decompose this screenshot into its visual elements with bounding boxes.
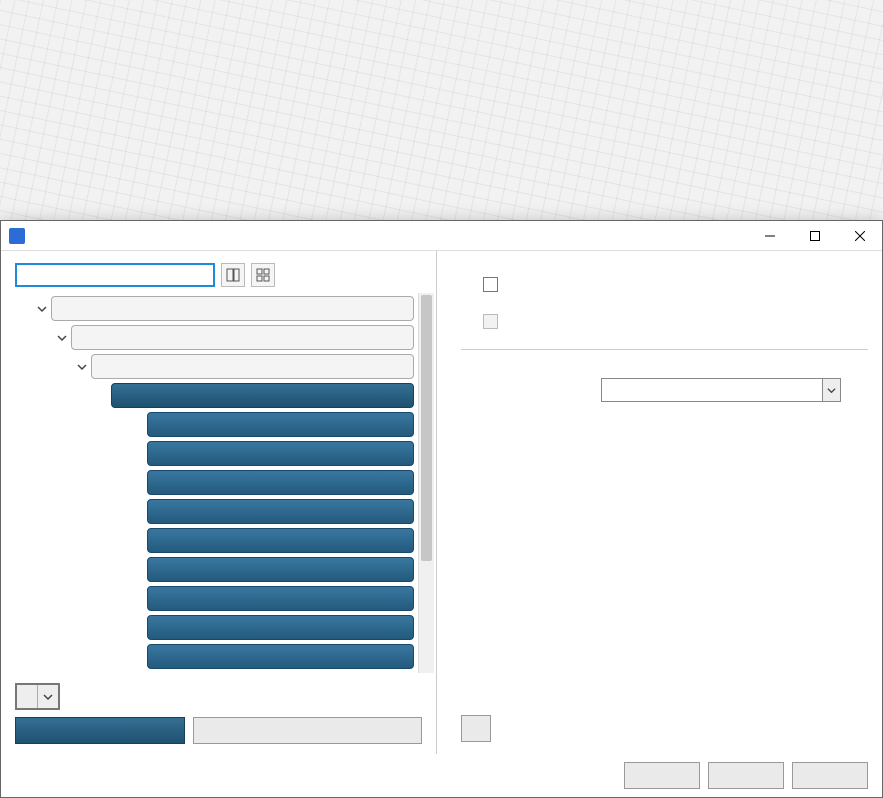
- show-in-model-button[interactable]: [15, 717, 185, 744]
- left-pane: [1, 251, 437, 754]
- tree-leaf[interactable]: [15, 527, 414, 554]
- tree-leaf[interactable]: [15, 585, 414, 612]
- grid-view-button[interactable]: [251, 263, 275, 287]
- right-pane: [437, 251, 882, 754]
- tree-leaf[interactable]: [15, 469, 414, 496]
- chevron-down-icon[interactable]: [38, 685, 58, 708]
- tree-leaf[interactable]: [15, 498, 414, 525]
- tree-node-root[interactable]: [15, 295, 414, 322]
- mark-selected-label: [17, 685, 38, 708]
- cancel-button[interactable]: [792, 762, 868, 789]
- minimize-button[interactable]: [747, 221, 792, 250]
- search-input[interactable]: [15, 263, 215, 287]
- help-button[interactable]: [624, 762, 700, 789]
- window-buttons: [747, 221, 882, 250]
- tree-node-size[interactable]: [15, 382, 414, 409]
- maximize-button[interactable]: [792, 221, 837, 250]
- checkbox-icon[interactable]: [483, 277, 498, 292]
- change-type-select[interactable]: [601, 378, 841, 402]
- checkbox-icon: [483, 314, 498, 329]
- chevron-down-icon[interactable]: [33, 300, 51, 318]
- chevron-down-icon[interactable]: [822, 379, 840, 401]
- app-icon: [9, 228, 25, 244]
- divider: [461, 349, 868, 350]
- tree-scrollbar[interactable]: [418, 293, 434, 673]
- tree-leaf[interactable]: [15, 643, 414, 670]
- titlebar: [1, 221, 882, 251]
- show-only-errors-button[interactable]: [193, 717, 422, 744]
- chevron-down-icon[interactable]: [93, 387, 111, 405]
- dialog-window: [0, 220, 883, 798]
- change-type-selected-value: [602, 379, 822, 401]
- tree-node-windows[interactable]: [15, 324, 414, 351]
- mark-selected-dropdown[interactable]: [15, 683, 60, 710]
- collapse-view-button[interactable]: [221, 263, 245, 287]
- tree-node-type[interactable]: [15, 353, 414, 380]
- tree-leaf[interactable]: [15, 411, 414, 438]
- tree-leaf[interactable]: [15, 440, 414, 467]
- ok-button[interactable]: [708, 762, 784, 789]
- close-button[interactable]: [837, 221, 882, 250]
- chevron-down-icon[interactable]: [73, 358, 91, 376]
- chevron-down-icon[interactable]: [53, 329, 71, 347]
- flip-transverse-checkbox-row[interactable]: [483, 277, 868, 292]
- tree-leaf[interactable]: [15, 556, 414, 583]
- scrollbar-thumb[interactable]: [421, 295, 432, 561]
- save-button[interactable]: [461, 715, 491, 742]
- dialog-footer: [1, 754, 882, 797]
- tree-view: [15, 293, 418, 673]
- tree-leaf[interactable]: [15, 614, 414, 641]
- flip-longitudinal-checkbox-row: [483, 314, 868, 329]
